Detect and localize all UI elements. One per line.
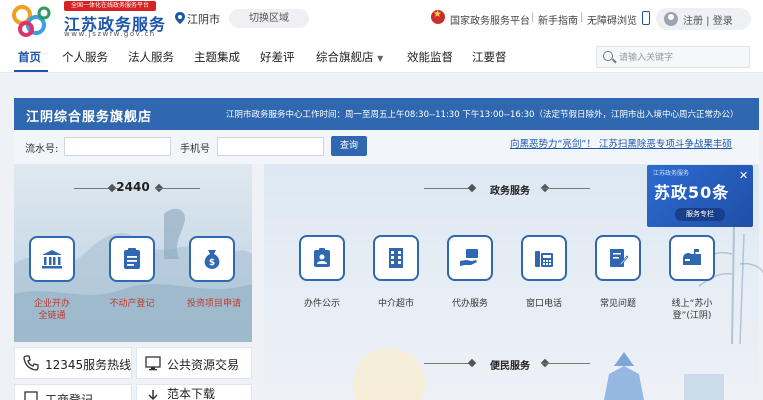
- investment-application-button[interactable]: $: [189, 236, 235, 282]
- faq-button[interactable]: [595, 235, 641, 281]
- hotline-label: 12345服务热线: [45, 358, 132, 372]
- nav-flagship-label: 综合旗舰店: [316, 50, 374, 64]
- service-count: 2440: [116, 180, 150, 194]
- business-registration-tile[interactable]: 工商登记: [14, 384, 132, 400]
- business-registration-label: 工商登记: [45, 393, 94, 400]
- badge-id-icon: [314, 248, 330, 267]
- close-icon[interactable]: ✕: [739, 169, 748, 182]
- register-login-links[interactable]: 注册 | 登录: [683, 12, 733, 27]
- user-avatar-icon: [664, 12, 678, 26]
- agency-market-label: 中介超市: [377, 299, 414, 309]
- template-download-label: 范本下载: [167, 387, 216, 400]
- service-label: 企业开办 全链通: [17, 298, 87, 322]
- agency-market-button[interactable]: [373, 235, 419, 281]
- left-service-panel: 2440 $ 企业开办 全链通 不动产登记 投资项目申请: [14, 164, 252, 342]
- main-nav: 首页 个人服务 法人服务 主题集成 好差评 综合旗舰店 ▼ 效能监督 江要督: [0, 41, 763, 73]
- edit-document-icon: [610, 249, 629, 267]
- mailbox-icon: [683, 249, 701, 265]
- public-resource-label: 公共资源交易: [167, 358, 240, 372]
- switch-area-button[interactable]: 切换区域: [229, 9, 309, 28]
- query-button[interactable]: 查询: [331, 136, 367, 156]
- svg-text:$: $: [209, 258, 215, 268]
- nav-home[interactable]: 首页: [18, 49, 41, 65]
- serial-number-input[interactable]: [64, 137, 171, 156]
- office-hours: 江阴市政务服务中心工作时间：周一至周五上午08:30--11:30 下午13:0…: [226, 110, 739, 120]
- gov-services-title: 政务服务: [490, 186, 530, 197]
- hotline-tile[interactable]: 12345服务热线: [14, 347, 132, 379]
- guide-link[interactable]: 新手指南: [538, 12, 578, 27]
- proxy-service-button[interactable]: [447, 235, 493, 281]
- promo-title: 苏政50条: [654, 183, 730, 202]
- decor-line: [156, 188, 200, 189]
- hand-card-icon: [460, 249, 478, 266]
- phone-icon: [23, 355, 39, 371]
- decor-line: [424, 188, 472, 189]
- national-emblem-icon: [431, 9, 445, 24]
- promo-subtitle: 服务专栏: [675, 208, 725, 221]
- monitor-icon: [145, 356, 161, 371]
- link-separator: |: [531, 12, 535, 23]
- platform-badge: 全国一体化在线政务服务平台: [64, 1, 156, 11]
- store-banner: 江阴综合服务旗舰店 江阴市政务服务中心工作时间：周一至周五上午08:30--11…: [14, 98, 759, 130]
- query-bar: 流水号: 手机号 查询 向黑恶势力“亮剑”！ 江苏扫黑除恶专项斗争战果丰硕: [14, 130, 759, 164]
- proxy-service-label: 代办服务: [451, 299, 488, 309]
- investment-application-label: 投资项目申请: [186, 299, 241, 309]
- location-pin-icon: [175, 12, 185, 24]
- case-publicity-button[interactable]: [299, 235, 345, 281]
- building-icon: [24, 391, 38, 400]
- property-registration-label: 不动产登记: [109, 299, 155, 309]
- online-suxiaodeng-label: 线上“苏小 登”(江阴): [671, 299, 713, 321]
- search-input[interactable]: [619, 50, 747, 65]
- accessibility-link[interactable]: 无障碍浏览: [587, 12, 637, 27]
- promo-header: 江苏政务服务: [653, 170, 690, 177]
- phone-number-input[interactable]: [217, 137, 324, 156]
- national-platform-link[interactable]: 国家政务服务平台: [450, 12, 530, 27]
- chevron-down-icon: ▼: [377, 54, 384, 63]
- money-bag-icon: $: [204, 250, 220, 269]
- site-url: www.jszwfw.gov.cn: [64, 30, 156, 38]
- search-box: [596, 46, 750, 68]
- decor-diamond: [467, 183, 477, 193]
- top-header: 全国一体化在线政务服务平台 江苏政务服务 www.jszwfw.gov.cn 江…: [0, 0, 763, 41]
- case-publicity-label: 办件公示: [303, 299, 340, 309]
- link-separator: |: [580, 12, 584, 23]
- faq-label: 常见问题: [599, 299, 636, 309]
- nav-active-indicator: [14, 70, 48, 72]
- window-phone-label: 窗口电话: [525, 299, 562, 309]
- jiangsu-logo[interactable]: [8, 3, 60, 39]
- nav-flagship[interactable]: 综合旗舰店 ▼: [316, 49, 383, 65]
- promo-popup[interactable]: 江苏政务服务 ✕ 苏政50条 服务专栏: [647, 165, 753, 227]
- telephone-icon: [535, 251, 553, 267]
- public-resource-tile[interactable]: 公共资源交易: [136, 347, 252, 379]
- building-icon: [389, 248, 403, 268]
- decor-line: [542, 188, 590, 189]
- user-account-box[interactable]: 注册 | 登录: [656, 8, 751, 30]
- serial-label: 流水号:: [25, 144, 59, 155]
- bank-icon: [42, 250, 62, 269]
- online-suxiaodeng-button[interactable]: [669, 235, 715, 281]
- nav-themes[interactable]: 主题集成: [194, 49, 240, 65]
- nav-personal[interactable]: 个人服务: [62, 49, 108, 65]
- download-icon: [148, 390, 158, 400]
- store-title: 江阴综合服务旗舰店: [26, 110, 153, 125]
- business-setup-label: 企业开办 全链通: [33, 299, 70, 321]
- search-icon[interactable]: [603, 51, 613, 61]
- nav-evaluation[interactable]: 好差评: [260, 49, 295, 65]
- template-download-tile[interactable]: 范本下载: [136, 384, 252, 400]
- mobile-phone-icon[interactable]: [642, 11, 650, 25]
- window-phone-button[interactable]: [521, 235, 567, 281]
- city-skyline-illustration: [353, 348, 724, 400]
- nav-jiangyaodu[interactable]: 江要督: [472, 49, 507, 65]
- nav-supervision[interactable]: 效能监督: [407, 49, 453, 65]
- current-city: 江阴市: [187, 13, 220, 26]
- nav-legal-person[interactable]: 法人服务: [128, 49, 174, 65]
- phone-label: 手机号: [180, 144, 210, 155]
- news-ticker-link[interactable]: 向黑恶势力“亮剑”！ 江苏扫黑除恶专项斗争战果丰硕: [510, 136, 732, 150]
- business-setup-button[interactable]: [29, 236, 75, 282]
- document-icon: [124, 248, 140, 269]
- property-registration-button[interactable]: [109, 236, 155, 282]
